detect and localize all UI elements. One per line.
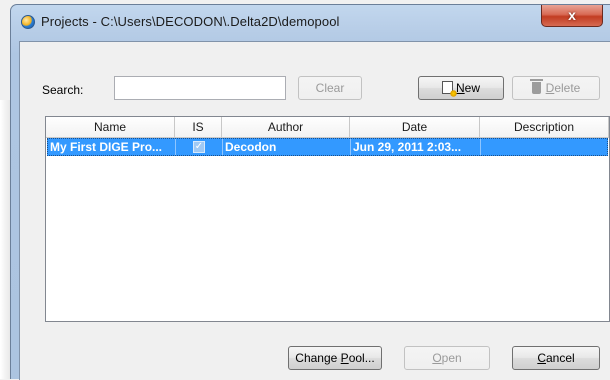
search-label: Search:: [42, 83, 84, 97]
column-header-description[interactable]: Description: [480, 117, 609, 137]
new-button-label: ew: [464, 81, 480, 95]
cell-author: Decodon: [223, 139, 351, 155]
cancel-label-rest: ancel: [545, 351, 575, 365]
column-header-name[interactable]: Name: [46, 117, 175, 137]
change-pool-label-pre: Change: [295, 351, 341, 365]
change-pool-mnemonic: P: [340, 351, 349, 365]
open-button[interactable]: Open: [404, 346, 490, 370]
projects-table[interactable]: Name IS Author Date Description My First…: [45, 116, 610, 322]
delete-button[interactable]: Delete: [512, 76, 600, 100]
trash-icon: [529, 79, 543, 94]
close-icon: x: [568, 7, 576, 23]
delete-button-label: elete: [554, 81, 581, 95]
change-pool-label-rest: ool...: [348, 351, 375, 365]
cancel-button[interactable]: Cancel: [512, 346, 600, 370]
column-header-date[interactable]: Date: [350, 117, 480, 137]
dialog-client-area: Search: Clear New Delete Name IS Author …: [19, 41, 610, 380]
table-row[interactable]: My First DIGE Pro... ✓ Decodon Jun 29, 2…: [47, 138, 608, 156]
column-header-author[interactable]: Author: [222, 117, 350, 137]
clear-button[interactable]: Clear: [298, 76, 362, 100]
new-button-mnemonic: N: [455, 81, 465, 95]
open-mnemonic: O: [432, 351, 442, 365]
is-checkbox[interactable]: ✓: [193, 141, 205, 153]
close-button[interactable]: x: [541, 5, 603, 27]
cell-date: Jun 29, 2011 2:03...: [351, 139, 481, 155]
search-input[interactable]: [114, 76, 286, 100]
new-document-icon: [441, 81, 457, 97]
change-pool-button[interactable]: Change Pool...: [288, 346, 382, 370]
delete-button-mnemonic: D: [545, 81, 555, 95]
app-orb-icon: [21, 15, 35, 29]
projects-dialog: Projects - C:\Users\DECODON\.Delta2D\dem…: [10, 4, 610, 380]
cell-name: My First DIGE Pro...: [48, 139, 176, 155]
title-bar[interactable]: Projects - C:\Users\DECODON\.Delta2D\dem…: [11, 5, 610, 41]
cancel-mnemonic: C: [537, 351, 546, 365]
window-title: Projects - C:\Users\DECODON\.Delta2D\dem…: [41, 14, 340, 29]
table-header: Name IS Author Date Description: [46, 117, 609, 138]
open-label-rest: pen: [441, 351, 462, 365]
background-window-edge: [0, 100, 10, 379]
cell-description: [481, 139, 607, 155]
column-header-is[interactable]: IS: [175, 117, 222, 137]
clear-button-label: Clear: [315, 81, 345, 95]
new-button[interactable]: New: [418, 76, 504, 100]
